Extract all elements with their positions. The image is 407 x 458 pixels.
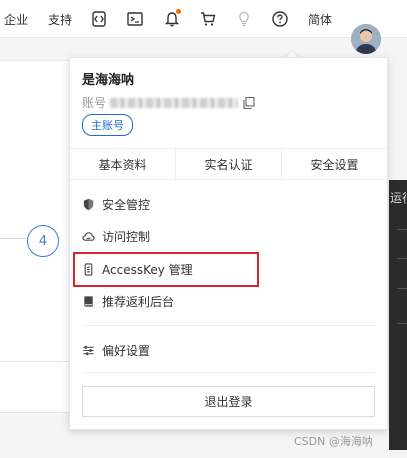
cart-icon[interactable] xyxy=(198,9,218,29)
book-icon xyxy=(84,296,93,307)
sliders-icon xyxy=(83,345,94,356)
dark-side-panel xyxy=(389,180,407,450)
tab-security-settings[interactable]: 安全设置 xyxy=(282,149,387,179)
bell-icon[interactable] xyxy=(162,9,182,29)
tab-basic-info[interactable]: 基本资料 xyxy=(70,149,176,179)
side-panel-divider xyxy=(397,229,407,230)
background-content-panel xyxy=(0,60,69,362)
account-id-blurred xyxy=(110,97,239,108)
step-indicator: 4 xyxy=(27,225,59,257)
background-content-strip xyxy=(0,362,69,413)
side-panel-divider xyxy=(397,323,407,324)
side-panel-label: 运行 xyxy=(390,191,407,205)
menu-divider xyxy=(82,325,375,326)
highlight-annotation-box xyxy=(73,252,259,287)
main-account-badge: 主账号 xyxy=(82,114,133,136)
notification-dot xyxy=(176,9,181,14)
terminal-icon[interactable] xyxy=(125,9,145,29)
top-navigation-bar: 企业 支持 简体 xyxy=(0,0,407,38)
help-icon[interactable] xyxy=(270,9,290,29)
nav-enterprise[interactable]: 企业 xyxy=(4,11,28,28)
menu-item-label: 偏好设置 xyxy=(102,344,151,358)
side-panel-divider xyxy=(397,288,407,289)
nav-support[interactable]: 支持 xyxy=(48,11,72,28)
account-id-row: 账号 xyxy=(82,94,256,111)
user-name: 是海海呐 xyxy=(82,73,135,88)
account-dropdown-menu: 是海海呐 账号 主账号 基本资料 实名认证 安全设置 安全管控 访问控制 Acc… xyxy=(69,57,388,430)
menu-divider xyxy=(82,372,375,373)
shield-icon xyxy=(83,198,94,211)
menu-item-access-control[interactable]: 访问控制 xyxy=(82,228,150,245)
account-label: 账号 xyxy=(82,96,107,110)
watermark: CSDN @海海呐 xyxy=(294,435,373,448)
menu-item-label: 推荐返利后台 xyxy=(102,295,175,309)
account-tabs: 基本资料 实名认证 安全设置 xyxy=(70,148,387,180)
menu-item-preferences[interactable]: 偏好设置 xyxy=(82,342,150,359)
side-panel-divider xyxy=(397,258,407,259)
lightbulb-icon[interactable] xyxy=(234,9,254,29)
avatar[interactable] xyxy=(351,24,381,54)
menu-item-security-control[interactable]: 安全管控 xyxy=(82,196,150,213)
copy-icon[interactable] xyxy=(242,96,256,110)
step-connector-line xyxy=(0,238,28,239)
code-icon[interactable] xyxy=(89,9,109,29)
menu-item-label: 访问控制 xyxy=(102,230,151,244)
language-switch[interactable]: 简体 xyxy=(308,11,332,28)
menu-item-referral-dashboard[interactable]: 推荐返利后台 xyxy=(82,293,174,310)
tab-real-name-auth[interactable]: 实名认证 xyxy=(176,149,282,179)
cloud-icon xyxy=(82,232,95,241)
logout-button[interactable]: 退出登录 xyxy=(82,386,375,417)
menu-item-label: 安全管控 xyxy=(102,198,151,212)
